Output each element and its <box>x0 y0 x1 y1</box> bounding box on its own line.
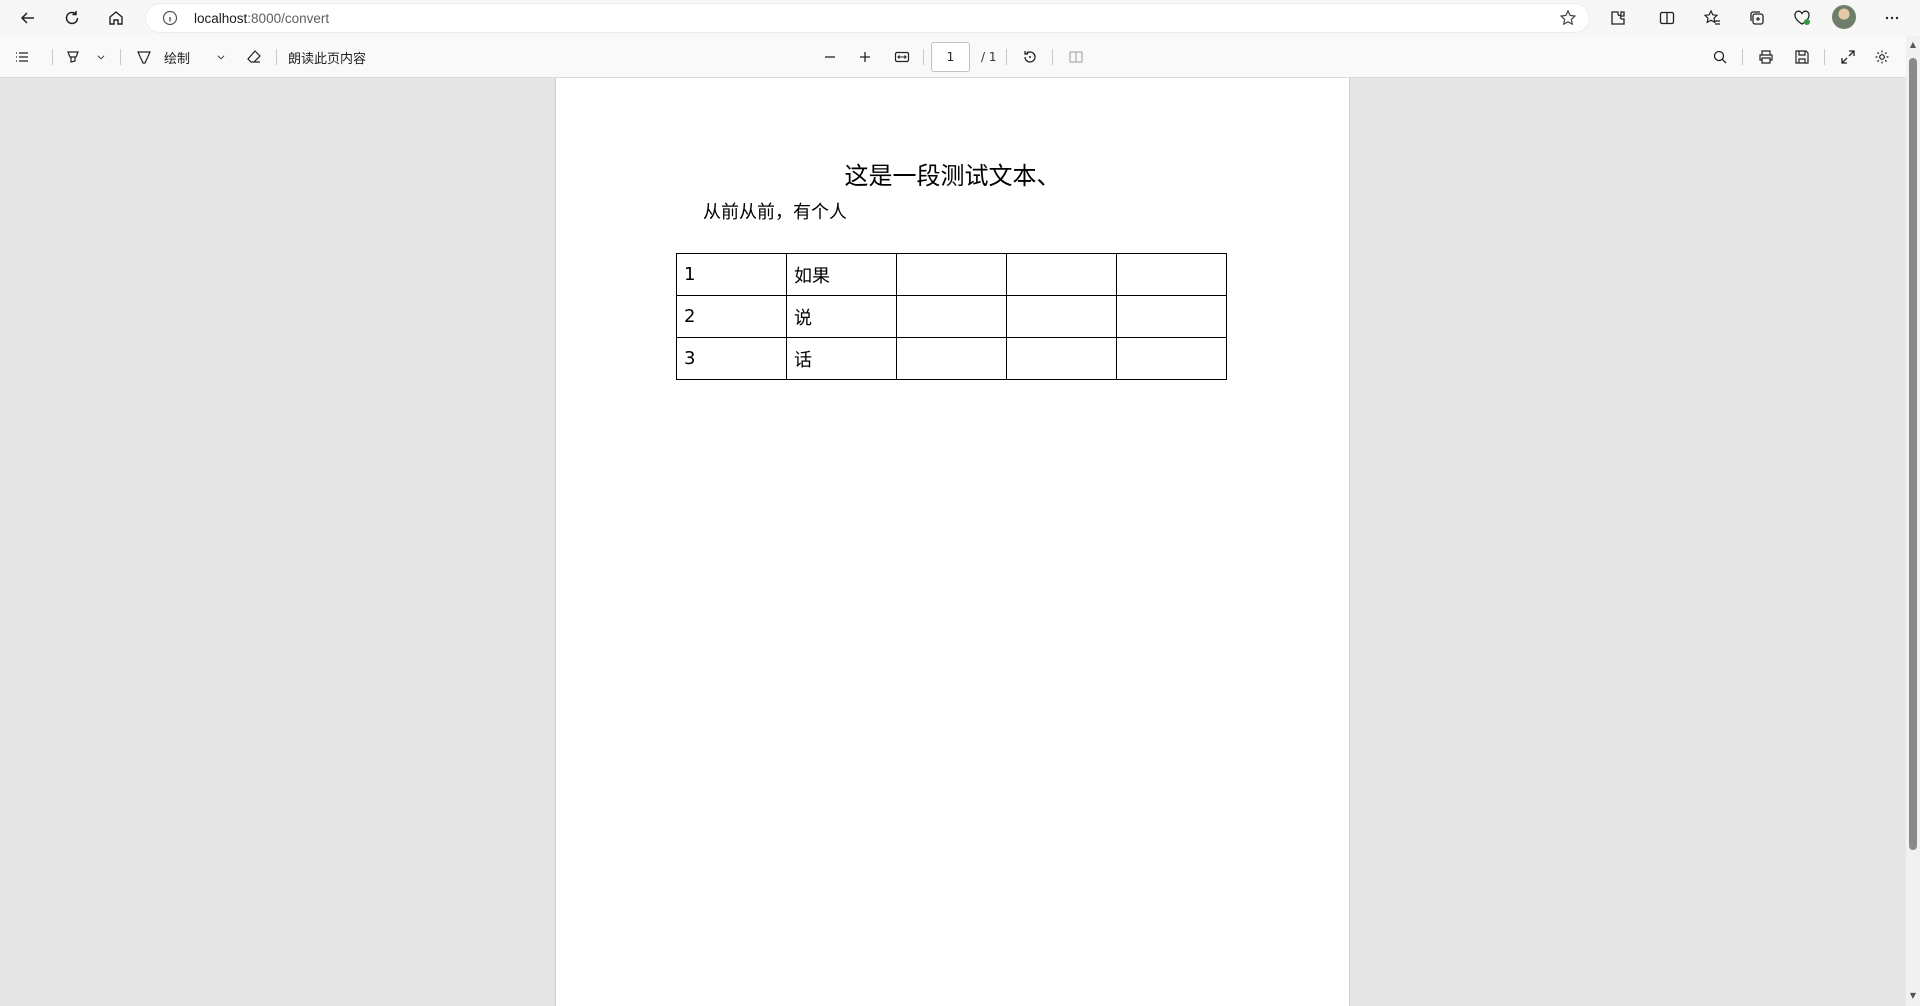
browser-toolbar: localhost:8000/convert <box>0 0 1920 36</box>
table-cell: 话 <box>786 337 897 380</box>
pdf-viewer[interactable]: 这是一段测试文本、 从前从前，有个人 1 如果 2 说 3 话 <box>0 78 1906 1006</box>
toolbar-divider <box>1052 49 1053 65</box>
fullscreen-button[interactable] <box>1834 44 1862 70</box>
zoom-out-icon <box>825 56 835 58</box>
settings-icon <box>1875 50 1889 64</box>
rotate-button[interactable] <box>1016 44 1044 70</box>
zoom-in-button[interactable] <box>851 44 879 70</box>
performance-button[interactable] <box>1786 2 1818 34</box>
zoom-in-icon <box>860 52 870 62</box>
toolbar-divider <box>276 49 277 65</box>
split-screen-button[interactable] <box>1651 2 1683 34</box>
draw-button[interactable]: 绘制 <box>136 44 204 70</box>
table-cell <box>1006 337 1117 380</box>
table-cell <box>896 295 1007 338</box>
home-icon <box>109 11 123 25</box>
star-icon[interactable] <box>1559 9 1577 27</box>
url-text[interactable]: localhost:8000/convert <box>194 11 329 26</box>
back-icon <box>20 12 34 24</box>
vertical-scrollbar[interactable]: ▲ ▼ <box>1906 36 1920 1006</box>
contents-button[interactable] <box>8 44 36 70</box>
draw-icon <box>137 51 151 64</box>
table-cell <box>896 337 1007 380</box>
scroll-up-arrow[interactable]: ▲ <box>1908 40 1918 50</box>
document-paragraph: 从前从前，有个人 <box>703 202 847 223</box>
collections-icon <box>1750 11 1764 25</box>
read-aloud-label: 朗读此页内容 <box>288 51 367 67</box>
toolbar-divider <box>120 49 121 65</box>
page-number-input[interactable]: 1 <box>931 42 970 72</box>
extensions-button[interactable] <box>1602 2 1634 34</box>
table-cell: 2 <box>676 295 787 338</box>
table-row: 3 话 <box>676 337 1227 380</box>
read-aloud-button[interactable]: 朗读此页内容 <box>288 44 384 70</box>
address-bar[interactable]: localhost:8000/convert <box>145 3 1590 33</box>
info-icon[interactable] <box>162 10 178 26</box>
performance-icon <box>1794 10 1810 25</box>
eraser-icon <box>247 50 261 63</box>
highlight-icon <box>67 51 79 63</box>
avatar[interactable] <box>1832 5 1856 29</box>
contents-icon <box>16 52 28 62</box>
table-cell: 说 <box>786 295 897 338</box>
draw-label: 绘制 <box>164 51 191 67</box>
refresh-button[interactable] <box>56 2 88 34</box>
table-row: 2 说 <box>676 295 1227 338</box>
search-button[interactable] <box>1706 44 1734 70</box>
search-icon <box>1713 50 1727 64</box>
settings-button[interactable] <box>1868 44 1896 70</box>
draw-options-button[interactable] <box>210 44 232 70</box>
fit-page-button[interactable] <box>888 44 916 70</box>
save-button[interactable] <box>1788 44 1816 70</box>
document-title: 这是一段测试文本、 <box>844 162 1061 190</box>
fullscreen-icon <box>1841 50 1855 64</box>
chevron-down-icon <box>97 55 105 60</box>
document-table: 1 如果 2 说 3 话 <box>676 253 1227 380</box>
zoom-out-button[interactable] <box>816 44 844 70</box>
url-host: localhost <box>194 11 248 26</box>
print-button[interactable] <box>1752 44 1780 70</box>
toolbar-divider <box>923 49 924 65</box>
highlight-options-button[interactable] <box>90 44 112 70</box>
extensions-icon <box>1611 11 1625 25</box>
table-cell <box>1116 295 1227 338</box>
toolbar-divider <box>1742 49 1743 65</box>
collections-button[interactable] <box>1741 2 1773 34</box>
table-cell: 3 <box>676 337 787 380</box>
url-path: :8000/convert <box>247 11 330 26</box>
scroll-down-arrow[interactable]: ▼ <box>1908 991 1918 1001</box>
favorites-button[interactable] <box>1696 2 1728 34</box>
table-cell: 1 <box>676 253 787 296</box>
more-button[interactable] <box>1876 2 1908 34</box>
home-button[interactable] <box>100 2 132 34</box>
back-button[interactable] <box>12 2 44 34</box>
table-cell <box>1116 253 1227 296</box>
save-icon <box>1795 50 1809 64</box>
table-cell <box>896 253 1007 296</box>
chevron-down-icon <box>217 55 225 60</box>
table-cell <box>1116 337 1227 380</box>
page-view-button[interactable] <box>1062 44 1090 70</box>
rotate-icon <box>1024 51 1036 63</box>
pdf-page: 这是一段测试文本、 从前从前，有个人 1 如果 2 说 3 话 <box>556 78 1349 1006</box>
table-cell <box>1006 295 1117 338</box>
refresh-icon <box>65 11 79 25</box>
scroll-thumb[interactable] <box>1909 58 1917 850</box>
split-screen-icon <box>1659 11 1675 25</box>
page-view-icon <box>1069 51 1083 63</box>
toolbar-divider <box>1006 49 1007 65</box>
highlight-button[interactable] <box>60 44 86 70</box>
fit-page-icon <box>894 51 910 63</box>
favorites-icon <box>1703 9 1720 25</box>
toolbar-divider <box>52 49 53 65</box>
table-cell <box>1006 253 1117 296</box>
print-icon <box>1759 50 1773 64</box>
toolbar-divider <box>1824 49 1825 65</box>
page-total: / 1 <box>981 50 997 64</box>
eraser-button[interactable] <box>240 44 268 70</box>
table-cell: 如果 <box>786 253 897 296</box>
more-icon <box>1885 16 1899 20</box>
table-row: 1 如果 <box>676 253 1227 296</box>
